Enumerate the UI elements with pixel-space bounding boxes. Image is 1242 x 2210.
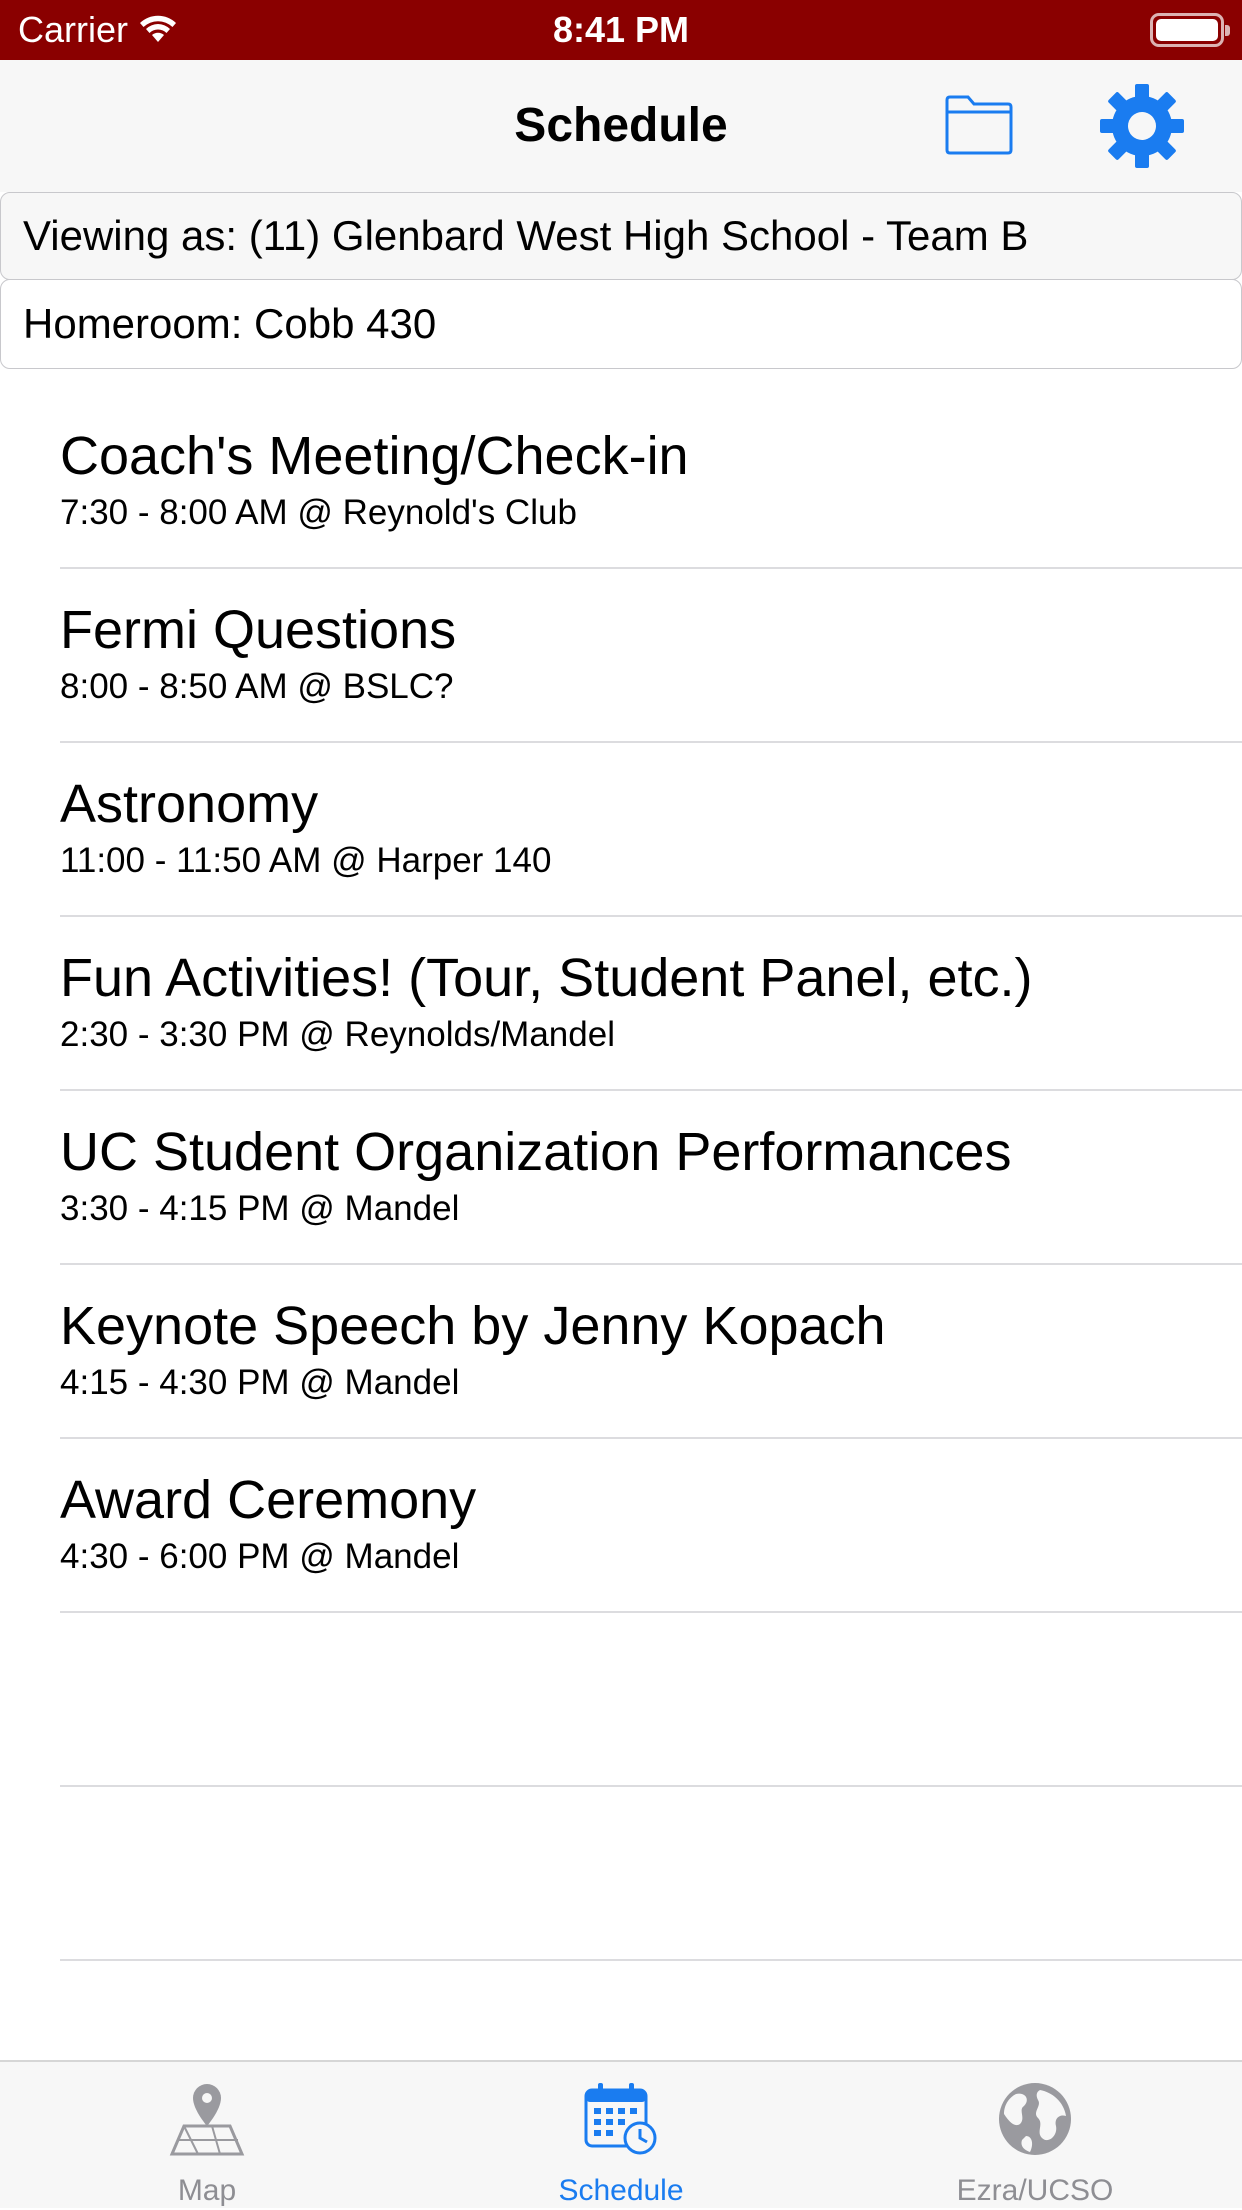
viewing-as-label: Viewing as: (11) Glenbard West High Scho…	[23, 212, 1029, 259]
globe-icon	[999, 2083, 1071, 2155]
status-bar: Carrier 8:41 PM	[0, 0, 1242, 60]
event-detail: 4:15 - 4:30 PM @ Mandel	[60, 1363, 460, 1402]
schedule-item[interactable]: UC Student Organization Performances 3:3…	[60, 1091, 1242, 1265]
tab-schedule[interactable]: Schedule	[414, 2062, 828, 2210]
event-title: UC Student Organization Performances	[60, 1122, 1012, 1182]
tab-ezra-ucso[interactable]: Ezra/UCSO	[828, 2062, 1242, 2210]
event-title: Fermi Questions	[60, 600, 457, 660]
battery-icon	[1150, 13, 1230, 47]
schedule-item[interactable]: Award Ceremony 4:30 - 6:00 PM @ Mandel	[60, 1439, 1242, 1613]
battery-level	[1156, 19, 1218, 41]
calendar-icon	[584, 2083, 657, 2155]
page-title: Schedule	[514, 99, 728, 152]
map-icon	[169, 2084, 245, 2156]
schedule-item[interactable]: Astronomy 11:00 - 11:50 AM @ Harper 140	[60, 743, 1242, 917]
schedule-item[interactable]: Keynote Speech by Jenny Kopach 4:15 - 4:…	[60, 1265, 1242, 1439]
event-title: Astronomy	[60, 774, 319, 834]
schedule-item[interactable]: Fermi Questions 8:00 - 8:50 AM @ BSLC?	[60, 569, 1242, 743]
tab-label: Schedule	[558, 2174, 684, 2207]
schedule-item[interactable]: Fun Activities! (Tour, Student Panel, et…	[60, 917, 1242, 1091]
event-detail: 7:30 - 8:00 AM @ Reynold's Club	[60, 493, 577, 532]
tab-label: Ezra/UCSO	[956, 2174, 1114, 2207]
event-title: Fun Activities! (Tour, Student Panel, et…	[60, 948, 1033, 1008]
schedule-list: Coach's Meeting/Check-in 7:30 - 8:00 AM …	[0, 395, 1242, 1961]
status-time: 8:41 PM	[552, 9, 690, 50]
schedule-item[interactable]: Coach's Meeting/Check-in 7:30 - 8:00 AM …	[60, 395, 1242, 569]
event-title: Keynote Speech by Jenny Kopach	[60, 1296, 886, 1356]
homeroom-row: Homeroom: Cobb 430	[0, 279, 1242, 369]
folder-icon[interactable]	[944, 94, 1014, 156]
tab-bar: Map Schedule Ezra/UCSO	[0, 2060, 1242, 2208]
tab-label: Map	[177, 2174, 237, 2207]
event-detail: 3:30 - 4:15 PM @ Mandel	[60, 1189, 460, 1228]
event-title: Award Ceremony	[60, 1470, 477, 1530]
event-detail: 2:30 - 3:30 PM @ Reynolds/Mandel	[60, 1015, 615, 1054]
viewing-as-row: Viewing as: (11) Glenbard West High Scho…	[0, 192, 1242, 280]
empty-row	[60, 1613, 1242, 1787]
event-title: Coach's Meeting/Check-in	[60, 426, 689, 486]
event-detail: 4:30 - 6:00 PM @ Mandel	[60, 1537, 460, 1576]
event-detail: 11:00 - 11:50 AM @ Harper 140	[60, 841, 552, 880]
homeroom-label: Homeroom: Cobb 430	[23, 300, 437, 347]
tab-map[interactable]: Map	[0, 2062, 414, 2210]
empty-row	[60, 1787, 1242, 1961]
navigation-bar: Schedule	[0, 60, 1242, 192]
event-detail: 8:00 - 8:50 AM @ BSLC?	[60, 667, 454, 706]
gear-icon[interactable]	[1098, 82, 1186, 170]
